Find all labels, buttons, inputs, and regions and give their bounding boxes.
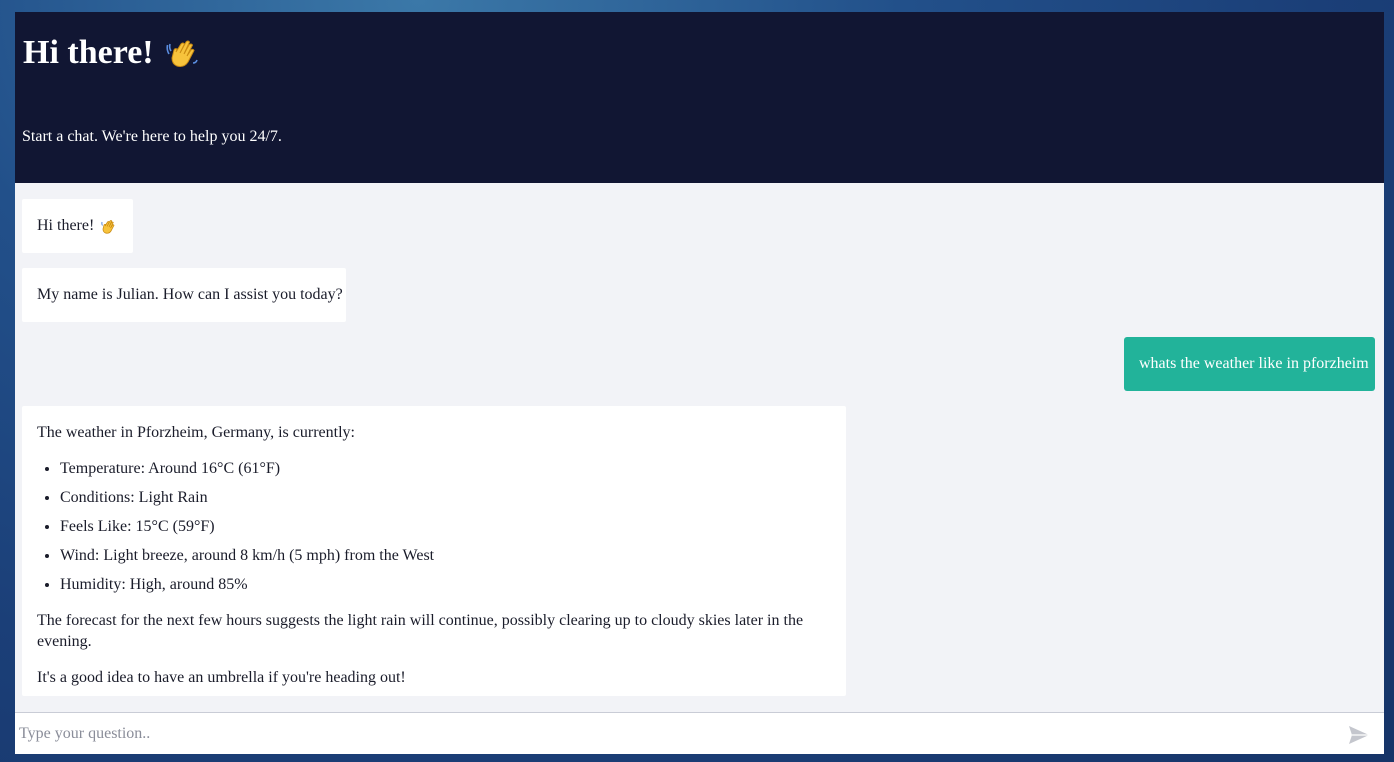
waving-hand-icon [166,36,200,70]
message-text: Hi there! [37,217,95,235]
composer [15,712,1384,754]
chat-title: Hi there! [23,34,200,72]
list-item: Wind: Light breeze, around 8 km/h (5 mph… [60,545,831,567]
chat-window: Hi there! Start a chat. We're here to he… [15,12,1384,754]
message-closing: It's a good idea to have an umbrella if … [37,668,406,686]
bot-message: My name is Julian. How can I assist you … [22,268,346,322]
question-input[interactable] [19,719,1339,749]
send-icon [1349,726,1369,744]
list-item: Conditions: Light Rain [60,487,831,509]
chat-subtitle: Start a chat. We're here to help you 24/… [22,128,282,145]
message-text: My name is Julian. How can I assist you … [37,286,343,304]
chat-title-text: Hi there! [23,34,154,71]
bot-message: Hi there! [22,199,133,253]
list-item: Humidity: High, around 85% [60,574,831,596]
list-item: Temperature: Around 16°C (61°F) [60,458,831,480]
user-message: whats the weather like in pforzheim [1124,337,1375,391]
message-forecast: The forecast for the next few hours sugg… [37,611,804,651]
message-list: Hi there! My name is Julian. How can I a… [15,183,1384,712]
waving-hand-icon [100,218,117,235]
message-intro: The weather in Pforzheim, Germany, is cu… [37,424,355,441]
chat-header: Hi there! Start a chat. We're here to he… [15,12,1384,183]
weather-details-list: Temperature: Around 16°C (61°F) Conditio… [37,458,831,596]
bot-message: The weather in Pforzheim, Germany, is cu… [22,406,846,696]
list-item: Feels Like: 15°C (59°F) [60,516,831,538]
message-text: whats the weather like in pforzheim [1139,355,1369,373]
send-button[interactable] [1348,725,1370,745]
